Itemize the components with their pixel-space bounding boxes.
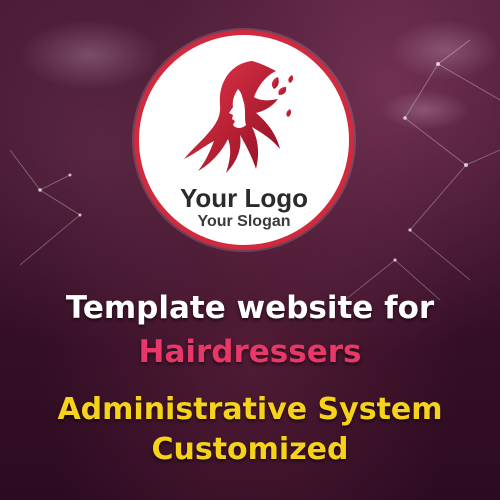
headline-line-4: Customized (151, 432, 349, 467)
woman-silhouette-icon (184, 61, 294, 173)
logo-badge: Your Logo Your Slogan (134, 30, 354, 250)
headline-line-1: Template website for (65, 290, 435, 326)
logo-slogan: Your Slogan (197, 213, 291, 230)
promo-banner: Your Logo Your Slogan Template website f… (0, 0, 500, 500)
headline-line-2: Hairdressers (138, 334, 362, 370)
logo-name: Your Logo (179, 183, 309, 213)
headline-line-3: Administrative System (57, 392, 443, 427)
